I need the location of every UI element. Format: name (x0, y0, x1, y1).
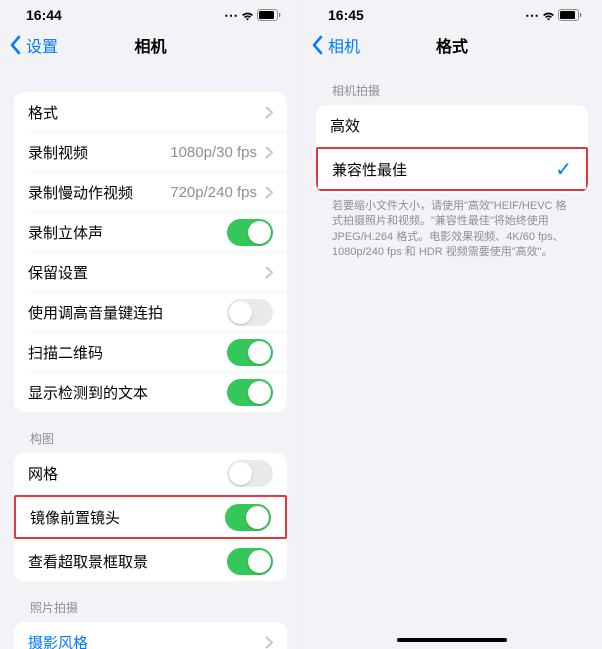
wifi-icon (240, 10, 255, 21)
formats-screen: 16:45 ⋯ 相机 格式 相机拍摄 高效兼容性最佳✓ 若要缩小文件大小，请使用… (301, 0, 602, 649)
row-label: 使用调高音量键连拍 (28, 302, 227, 323)
back-label: 相机 (328, 33, 360, 57)
camera-setting-row[interactable]: 显示检测到的文本 (14, 372, 287, 412)
camera-setting-row[interactable]: 录制立体声 (14, 212, 287, 252)
camera-settings-screen: 16:44 ⋯ 设置 相机 格式录制视频1080p/30 fps录制慢动作视频7… (0, 0, 301, 649)
row-label: 显示检测到的文本 (28, 382, 227, 403)
composition-setting-row[interactable]: 镜像前置镜头 (16, 497, 285, 537)
formats-group: 高效兼容性最佳✓ (316, 105, 588, 193)
row-detail: 720p/240 fps (170, 184, 257, 201)
formats-content: 相机拍摄 高效兼容性最佳✓ 若要缩小文件大小，请使用"高效"HEIF/HEVC … (302, 64, 602, 261)
settings-content: 格式录制视频1080p/30 fps录制慢动作视频720p/240 fps录制立… (0, 92, 301, 649)
toggle-switch[interactable] (227, 548, 273, 575)
row-label: 网格 (28, 463, 227, 484)
highlight-box: 兼容性最佳✓ (316, 147, 588, 191)
settings-group-3: 摄影风格 (14, 622, 287, 649)
chevron-right-icon (265, 266, 273, 279)
row-label: 镜像前置镜头 (30, 507, 225, 528)
camera-setting-row[interactable]: 保留设置 (14, 252, 287, 292)
row-label: 扫描二维码 (28, 342, 227, 363)
toggle-switch[interactable] (225, 504, 271, 531)
back-label: 设置 (26, 33, 58, 57)
row-label: 摄影风格 (28, 632, 265, 649)
settings-group-2: 网格镜像前置镜头查看超取景框取景 (14, 453, 287, 581)
row-label: 录制慢动作视频 (28, 182, 170, 203)
row-label: 录制立体声 (28, 222, 227, 243)
chevron-left-icon (312, 35, 324, 55)
section-header-capture: 相机拍摄 (316, 64, 588, 105)
chevron-left-icon (10, 35, 22, 55)
wifi-icon (541, 10, 556, 21)
chevron-right-icon (265, 146, 273, 159)
chevron-right-icon (265, 186, 273, 199)
chevron-right-icon (265, 106, 273, 119)
row-label: 高效 (330, 115, 574, 136)
format-option-row[interactable]: 高效 (316, 105, 588, 145)
camera-setting-row[interactable]: 录制慢动作视频720p/240 fps (14, 172, 287, 212)
toggle-switch[interactable] (227, 379, 273, 406)
status-bar: 16:45 ⋯ (302, 0, 602, 20)
home-indicator[interactable] (397, 638, 507, 642)
row-label: 格式 (28, 102, 265, 123)
toggle-switch[interactable] (227, 339, 273, 366)
nav-bar: 相机 格式 (302, 20, 602, 64)
toggle-switch[interactable] (227, 219, 273, 246)
camera-setting-row[interactable]: 使用调高音量键连拍 (14, 292, 287, 332)
row-label: 兼容性最佳 (332, 159, 555, 180)
section-header-composition: 构图 (14, 412, 287, 453)
composition-setting-row[interactable]: 网格 (14, 453, 287, 493)
toggle-switch[interactable] (227, 299, 273, 326)
camera-setting-row[interactable]: 录制视频1080p/30 fps (14, 132, 287, 172)
section-header-photo: 照片拍摄 (14, 581, 287, 622)
row-detail: 1080p/30 fps (170, 144, 257, 161)
highlight-box: 镜像前置镜头 (14, 495, 287, 539)
settings-group-1: 格式录制视频1080p/30 fps录制慢动作视频720p/240 fps录制立… (14, 92, 287, 412)
format-option-row[interactable]: 兼容性最佳✓ (318, 149, 586, 189)
toggle-switch[interactable] (227, 460, 273, 487)
back-button[interactable]: 设置 (10, 33, 58, 57)
row-label: 保留设置 (28, 262, 265, 283)
photo-setting-row[interactable]: 摄影风格 (14, 622, 287, 649)
row-label: 录制视频 (28, 142, 170, 163)
row-label: 查看超取景框取景 (28, 551, 227, 572)
chevron-right-icon (265, 636, 273, 649)
camera-setting-row[interactable]: 扫描二维码 (14, 332, 287, 372)
checkmark-icon: ✓ (555, 157, 572, 182)
camera-setting-row[interactable]: 格式 (14, 92, 287, 132)
status-bar: 16:44 ⋯ (0, 0, 301, 20)
nav-bar: 设置 相机 (0, 20, 301, 64)
section-footer-formats: 若要缩小文件大小，请使用"高效"HEIF/HEVC 格式拍摄照片和视频。"兼容性… (316, 193, 588, 261)
back-button[interactable]: 相机 (312, 33, 360, 57)
composition-setting-row[interactable]: 查看超取景框取景 (14, 541, 287, 581)
